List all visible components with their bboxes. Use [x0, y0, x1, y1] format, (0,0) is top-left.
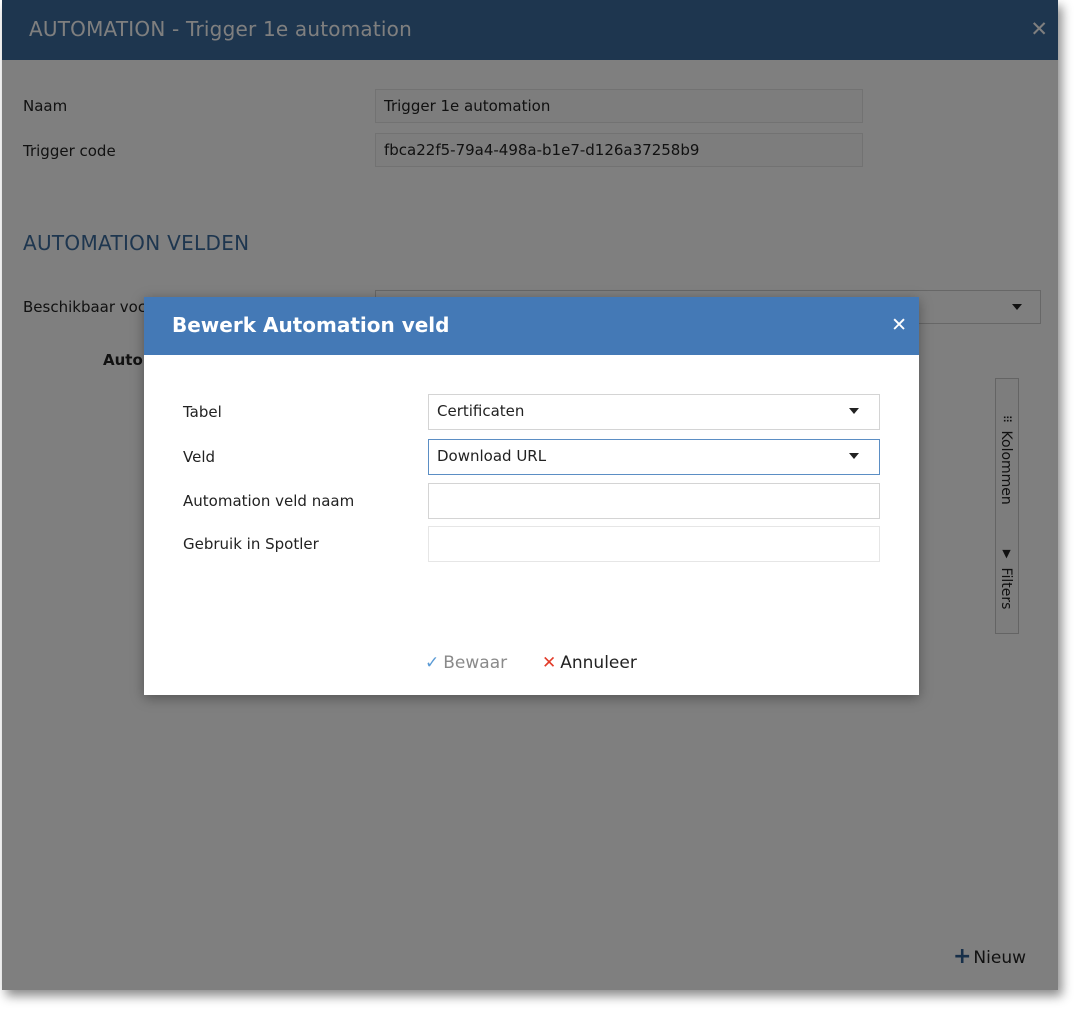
veld-naam-label: Automation veld naam: [183, 492, 355, 510]
veld-value: Download URL: [437, 447, 547, 465]
check-icon: ✓: [425, 653, 440, 673]
cancel-button[interactable]: ✕ Annuleer: [542, 653, 637, 673]
spotler-field[interactable]: [428, 526, 880, 562]
chevron-down-icon: [849, 408, 859, 414]
dialog-close-icon[interactable]: ✕: [891, 314, 907, 336]
chevron-down-icon: [849, 453, 859, 459]
save-label: Bewaar: [443, 653, 508, 673]
dialog-title: Bewerk Automation veld: [172, 313, 450, 337]
veld-naam-field[interactable]: [428, 483, 880, 519]
veld-select[interactable]: Download URL: [428, 439, 880, 475]
tabel-label: Tabel: [183, 403, 222, 421]
edit-field-dialog: Bewerk Automation veld ✕ Tabel Certifica…: [144, 297, 919, 695]
spotler-label: Gebruik in Spotler: [183, 535, 319, 553]
tabel-select[interactable]: Certificaten: [428, 394, 880, 430]
dialog-header: Bewerk Automation veld ✕: [144, 297, 919, 355]
save-button[interactable]: ✓ Bewaar: [425, 653, 507, 673]
close-icon: ✕: [542, 653, 557, 673]
tabel-value: Certificaten: [437, 402, 525, 420]
cancel-label: Annuleer: [560, 653, 637, 673]
veld-label: Veld: [183, 448, 216, 466]
